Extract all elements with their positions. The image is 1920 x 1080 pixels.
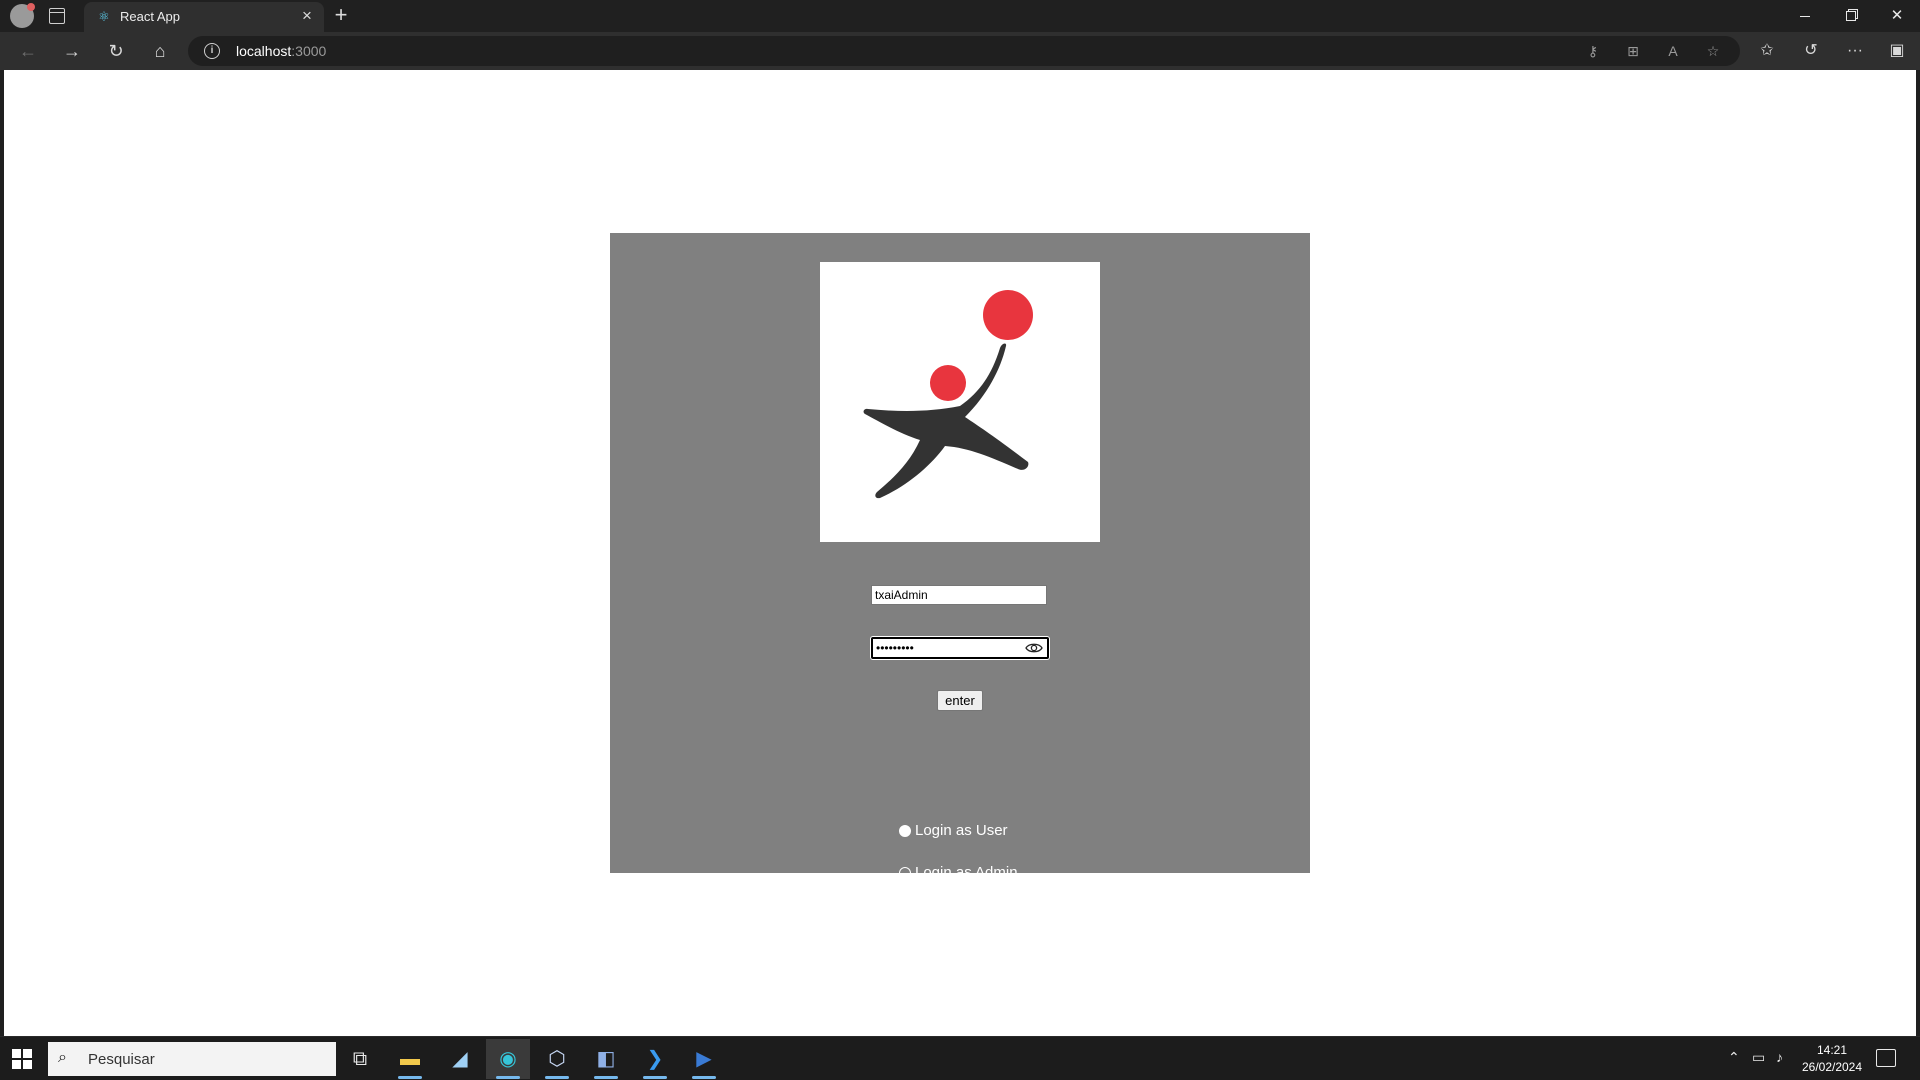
browser-titlebar: ⚛ React App × + ✕ (0, 0, 1920, 32)
vscode-icon[interactable]: ❯ (633, 1039, 677, 1079)
back-button[interactable]: ← (14, 37, 42, 65)
username-input[interactable] (871, 585, 1047, 605)
app-logo (820, 262, 1100, 542)
windows-start-icon[interactable] (12, 1049, 32, 1069)
windows-taskbar: ⌕ Pesquisar ⧉ ▬ ◢ ◉ ⬡ ◧ ❯ ▶ ⌃ ▭ ♪ 14:21 … (0, 1036, 1920, 1080)
tab-react-app[interactable]: ⚛ React App × (84, 2, 324, 32)
more-menu-icon[interactable]: ··· (1841, 37, 1869, 65)
minimize-window-button[interactable] (1782, 0, 1828, 32)
search-icon: ⌕ (58, 1049, 67, 1066)
page-viewport: enter Login as User Login as Admin (4, 70, 1916, 1036)
history-icon[interactable]: ↺ (1797, 37, 1825, 65)
login-as-admin-label[interactable]: Login as Admin (915, 864, 1018, 881)
app-icon-cube[interactable]: ⬡ (535, 1039, 579, 1079)
password-input[interactable] (874, 639, 1014, 657)
login-as-user-label[interactable]: Login as User (915, 822, 1008, 839)
reload-button[interactable]: ↻ (102, 37, 130, 65)
url-text[interactable]: localhost:3000 (236, 43, 326, 59)
favorites-icon[interactable]: ✩ (1753, 37, 1781, 65)
react-favicon-icon: ⚛ (98, 9, 110, 24)
app-icon-sketch[interactable]: ◢ (438, 1039, 482, 1079)
read-aloud-icon[interactable]: A (1662, 41, 1684, 61)
new-tab-button[interactable]: + (329, 3, 353, 27)
file-explorer-icon[interactable]: ▬ (388, 1039, 432, 1079)
login-card: enter Login as User Login as Admin (610, 233, 1310, 881)
taskbar-search-placeholder: Pesquisar (88, 1051, 155, 1068)
tab-actions-icon[interactable] (49, 8, 65, 24)
taskbar-clock[interactable]: 14:21 26/02/2024 (1792, 1042, 1872, 1076)
sidebar-toggle-icon[interactable]: ▣ (1883, 37, 1911, 65)
favorite-star-icon[interactable]: ☆ (1702, 41, 1724, 61)
forward-button[interactable]: → (58, 37, 86, 65)
clock-date: 26/02/2024 (1801, 1060, 1863, 1074)
restore-window-button[interactable] (1828, 0, 1874, 32)
browser-toolbar: ← → ↻ ⌂ i localhost:3000 ⚷ ⊞ A ☆ ✩ ↺ ···… (0, 32, 1920, 70)
powershell-icon[interactable]: ▶ (682, 1039, 726, 1079)
network-icon[interactable]: ▭ (1752, 1049, 1765, 1066)
profile-notification-dot (27, 3, 35, 11)
edge-browser-icon[interactable]: ◉ (486, 1039, 530, 1079)
url-port: :3000 (291, 43, 327, 59)
tab-title: React App (120, 9, 180, 24)
login-as-user-radio[interactable] (899, 825, 911, 837)
clock-time: 14:21 (1816, 1043, 1848, 1057)
address-bar[interactable]: i localhost:3000 ⚷ ⊞ A ☆ (188, 36, 1740, 66)
app-icon-editor[interactable]: ◧ (584, 1039, 628, 1079)
logo-figure-icon (863, 290, 1033, 499)
task-view-icon[interactable]: ⧉ (338, 1039, 382, 1079)
password-key-icon[interactable]: ⚷ (1582, 41, 1604, 61)
volume-icon[interactable]: ♪ (1776, 1049, 1783, 1065)
taskbar-search-box[interactable]: ⌕ Pesquisar (48, 1042, 336, 1076)
close-tab-icon[interactable]: × (298, 7, 316, 25)
app-available-icon[interactable]: ⊞ (1622, 41, 1644, 61)
password-field[interactable] (871, 637, 1049, 659)
home-button[interactable]: ⌂ (146, 37, 174, 65)
close-window-button[interactable]: ✕ (1874, 0, 1920, 32)
login-as-admin-radio[interactable] (899, 867, 911, 879)
site-info-icon[interactable]: i (204, 43, 220, 59)
url-host: localhost (236, 43, 292, 59)
show-password-eye-icon[interactable] (1025, 640, 1043, 656)
enter-button[interactable]: enter (937, 690, 983, 711)
notification-center-icon[interactable] (1876, 1049, 1896, 1067)
show-hidden-icons-icon[interactable]: ⌃ (1728, 1049, 1740, 1066)
